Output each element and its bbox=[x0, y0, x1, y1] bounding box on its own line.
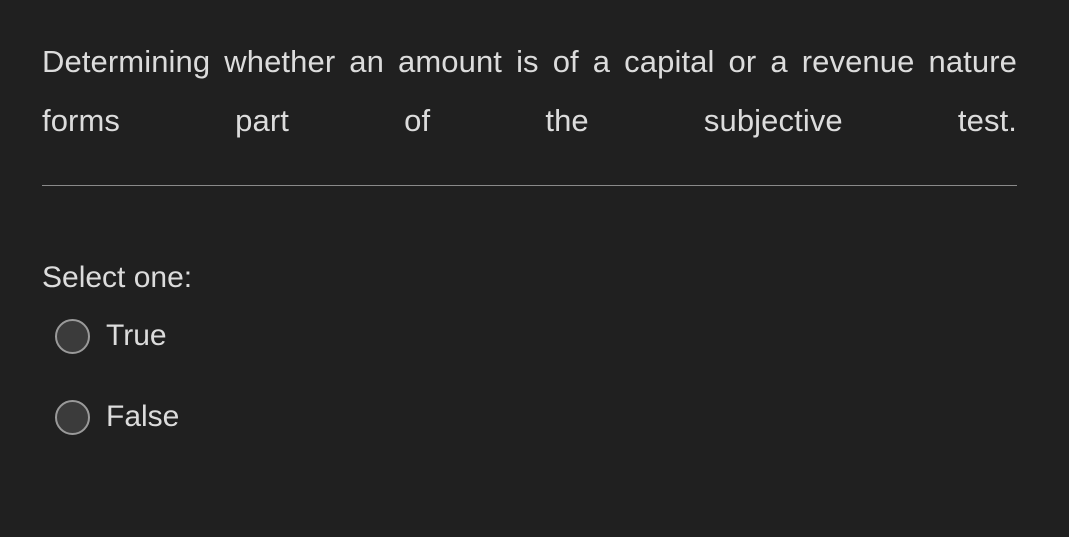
quiz-question-page: Determining whether an amount is of a ca… bbox=[0, 0, 1069, 537]
option-label-true: True bbox=[106, 319, 167, 352]
option-row-true[interactable]: True bbox=[42, 312, 642, 360]
select-one-label: Select one: bbox=[42, 261, 193, 294]
option-label-false: False bbox=[106, 400, 180, 433]
question-stem: Determining whether an amount is of a ca… bbox=[42, 44, 1017, 138]
radio-button-true[interactable] bbox=[55, 318, 90, 354]
section-divider bbox=[42, 185, 1017, 186]
radio-button-false[interactable] bbox=[55, 399, 90, 435]
option-row-false[interactable]: False bbox=[42, 393, 642, 441]
answer-options-block: Select one: True False bbox=[42, 258, 642, 441]
